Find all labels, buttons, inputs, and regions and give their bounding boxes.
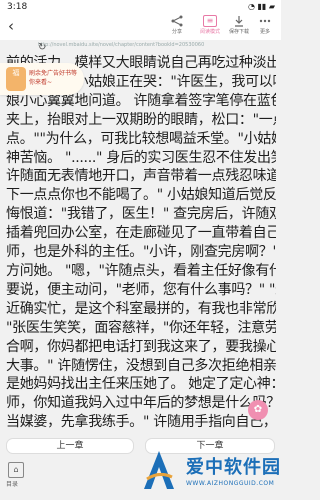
promo-text: 刷余免广告好书等你来看~ [29, 70, 78, 86]
content-line: 合啊，你妈都把电话打到我这来了，要我操心你的大 [6, 338, 276, 355]
content-line: 方问她。 "嗯，"许随点头，看着主任好像有什么话 [6, 262, 276, 279]
arrow-left-icon[interactable]: ‹ [8, 17, 14, 35]
content-line: 当媒婆，先拿我练手。" 许随用手指向自己， [6, 414, 276, 431]
download-button[interactable]: 保存下载 [228, 15, 250, 35]
content-line: 悔恨道："我错了，医生！" 查完房后，许随双手 [6, 206, 276, 223]
content-line: 下一点点你也不能喝了。" 小姑娘知道后觉反应过来， [6, 187, 276, 204]
url-bar[interactable]: http://novel.mbaidu.site/novel/chapter/c… [0, 40, 281, 53]
watermark-logo [144, 451, 174, 489]
reader-mode-button[interactable]: ≡ 阅读模式 [199, 15, 221, 35]
content-line: 夹上，抬眼对上一双期盼的眼睛，松口："一点 [6, 111, 276, 128]
content-line: 近确实忙，是这个科室最拼的，有我也非常欣慰， [6, 300, 276, 317]
more-icon [258, 15, 272, 27]
share-button[interactable]: 分享 [166, 15, 188, 35]
content-line: 大事。" 许随愣住，没想到自己多次拒绝相亲的后果 [6, 357, 276, 374]
status-time: 3:18 [7, 2, 28, 12]
content-line: 点。""为什么，可我比较想喝益禾堂。"小姑娘眼 [6, 130, 276, 147]
share-label: 分享 [171, 29, 182, 35]
share-icon [170, 15, 184, 27]
status-bar: 3:18 ◔ ▮▮ ▰ [0, 0, 281, 14]
content-line: 师，也是外科的主任。"小许，刚查完房啊？"对 [6, 244, 276, 261]
content-line: 神苦恼。 "......" 身后的实习医生忍不住发出笑声， [6, 149, 276, 166]
download-icon [232, 15, 246, 27]
content-line: 是她妈妈找出主任来压她了。 她定了定心神："老 [6, 376, 276, 393]
more-label: 更多 [259, 29, 270, 35]
gift-badge-icon: 福 [6, 67, 26, 91]
content-line: 要说，便主动问，"老师，您有什么事吗？" "最 [6, 281, 276, 298]
gift-icon[interactable]: ✿ [248, 400, 268, 420]
promo-popup[interactable]: 福 刷余免广告好书等你来看~ [0, 63, 84, 95]
chapter-content: 前的活力，模样又大眼睛说自己再吃过种淡出马 路的爸爸，小姑娘正在哭："许医生，我可… [6, 54, 276, 432]
reader-icon: ≡ [203, 15, 217, 27]
prev-chapter-button[interactable]: 上一章 [6, 438, 134, 454]
watermark: 爱中软件园 WWW.AIZHONGGUID.COM [140, 447, 281, 500]
content-line: 插着兜回办公室，在走廊碰见了一直带着自己的老 [6, 225, 276, 242]
watermark-title: 爱中软件园 [186, 457, 281, 478]
content-line: 师，你知道我妈入过中年后的梦想是什么吗？" " [6, 395, 276, 412]
reader-mode-label: 阅读模式 [199, 29, 220, 35]
refresh-icon[interactable]: ↻ [38, 42, 273, 53]
home-icon[interactable]: ⌂ [8, 462, 24, 478]
status-indicators: ◔ ▮▮ ▰ [247, 2, 275, 11]
home-label: 目录 [6, 481, 19, 488]
content-line: "张医生笑笑，面容慈祥，"你还年轻，注意劳逸结 [6, 319, 276, 336]
content-line: 许随面无表情地开口，声音带着一点残忍味道："这 [6, 168, 276, 185]
download-label: 保存下载 [228, 29, 249, 35]
watermark-subtitle: WWW.AIZHONGGUID.COM [186, 480, 275, 487]
more-button[interactable]: 更多 [254, 15, 276, 35]
browser-toolbar: ‹ 分享 ≡ 阅读模式 保存下载 更多 [0, 14, 281, 40]
